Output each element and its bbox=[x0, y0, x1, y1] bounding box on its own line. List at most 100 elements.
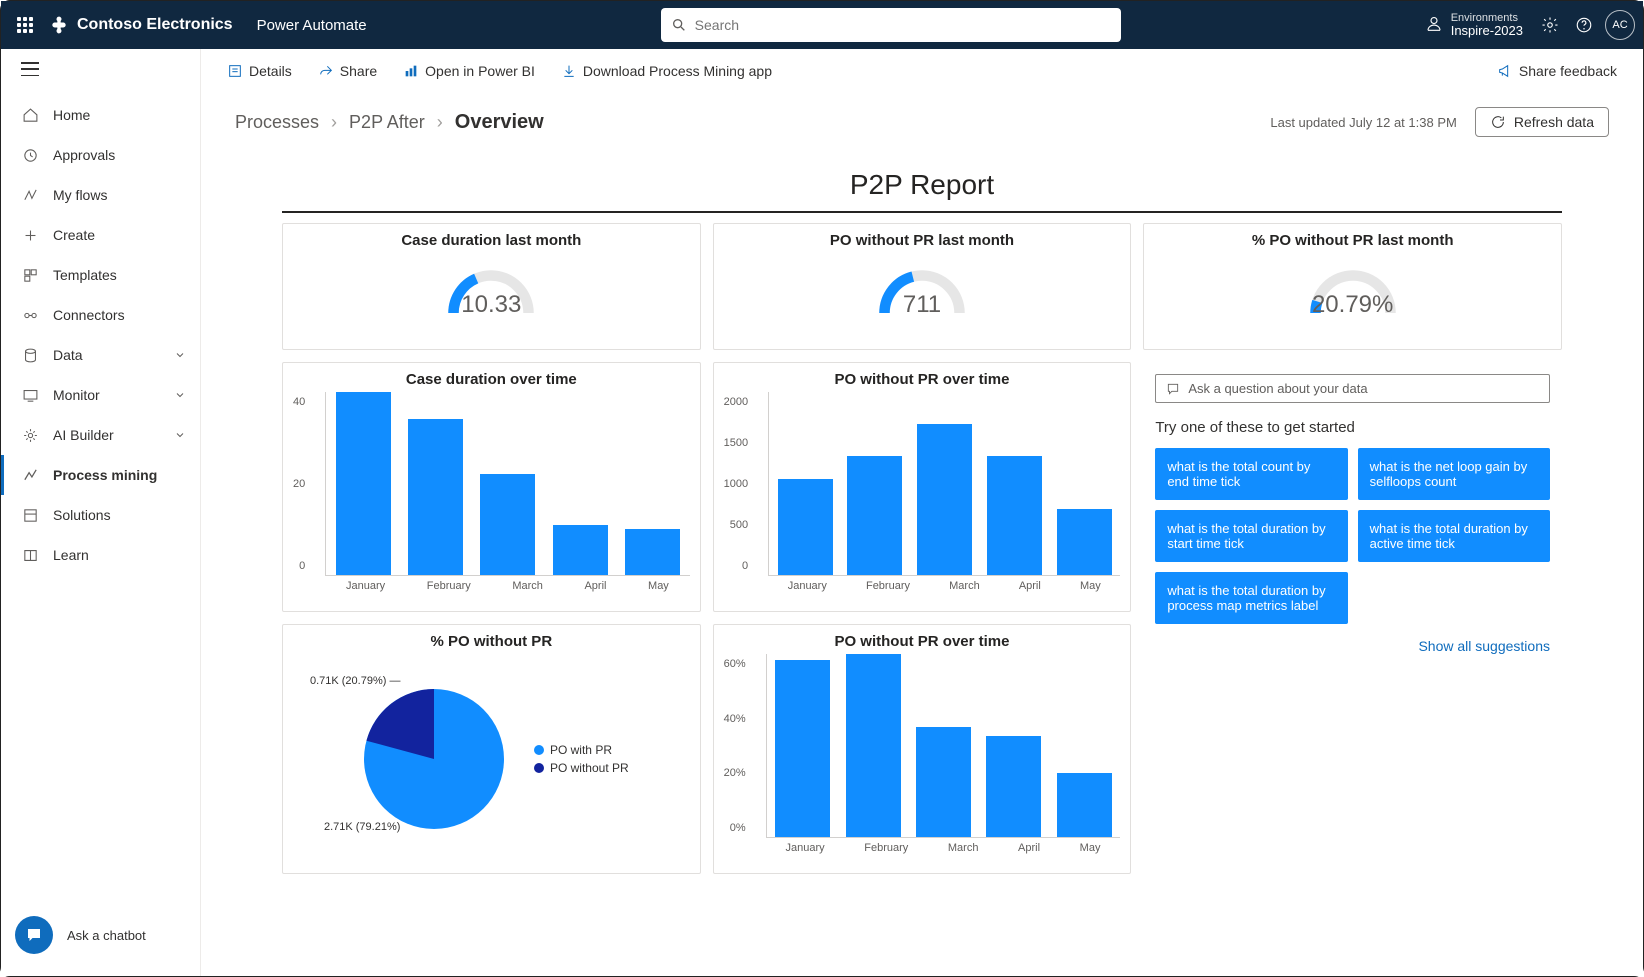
user-avatar[interactable]: AC bbox=[1605, 10, 1635, 40]
approvals-icon bbox=[21, 147, 39, 164]
nav-label: Data bbox=[53, 347, 83, 363]
qna-input[interactable]: Ask a question about your data bbox=[1155, 374, 1550, 403]
breadcrumb-root[interactable]: Processes bbox=[235, 112, 319, 133]
sidebar-item-create[interactable]: Create bbox=[1, 215, 200, 255]
breadcrumb-child[interactable]: P2P After bbox=[349, 112, 425, 133]
last-updated: Last updated July 12 at 1:38 PM bbox=[1270, 115, 1456, 130]
nav-label: AI Builder bbox=[53, 427, 114, 443]
kpi-tile-1[interactable]: PO without PR last month 711 bbox=[713, 223, 1132, 350]
sidebar-item-home[interactable]: Home bbox=[1, 95, 200, 135]
bar bbox=[625, 529, 680, 575]
kpi-tile-2[interactable]: % PO without PR last month 20.79% bbox=[1143, 223, 1562, 350]
sidebar-item-approvals[interactable]: Approvals bbox=[1, 135, 200, 175]
environment-label: Environments bbox=[1451, 12, 1523, 24]
bar bbox=[846, 654, 901, 837]
report-title: P2P Report bbox=[282, 157, 1562, 211]
pie-legend: PO with PR PO without PR bbox=[534, 739, 629, 779]
powerbi-icon bbox=[403, 63, 419, 79]
nav-label: Home bbox=[53, 107, 90, 123]
chart-case-duration-over-time[interactable]: Case duration over time 40200JanuaryFebr… bbox=[282, 362, 701, 612]
nav-label: Approvals bbox=[53, 147, 115, 163]
nav-label: Monitor bbox=[53, 387, 100, 403]
sidebar-item-solutions[interactable]: Solutions bbox=[1, 495, 200, 535]
sidebar-item-my-flows[interactable]: My flows bbox=[1, 175, 200, 215]
kpi-tile-0[interactable]: Case duration last month 10.33 bbox=[282, 223, 701, 350]
command-bar: Details Share Open in Power BI Download … bbox=[201, 49, 1643, 93]
nav-label: Connectors bbox=[53, 307, 125, 323]
sidebar-item-process-mining[interactable]: Process mining bbox=[1, 455, 200, 495]
collapse-nav-button[interactable] bbox=[21, 62, 39, 76]
brand-name: Contoso Electronics bbox=[77, 16, 233, 34]
environment-name: Inspire-2023 bbox=[1451, 24, 1523, 38]
sidebar-item-monitor[interactable]: Monitor bbox=[1, 375, 200, 415]
qna-suggestion[interactable]: what is the total duration by start time… bbox=[1155, 510, 1347, 562]
app-launcher-button[interactable] bbox=[9, 9, 41, 41]
refresh-data-button[interactable]: Refresh data bbox=[1475, 107, 1609, 137]
brand-logo-icon bbox=[49, 15, 69, 35]
chevron-down-icon bbox=[174, 349, 186, 361]
bar bbox=[553, 525, 608, 575]
nav-label: Solutions bbox=[53, 507, 111, 523]
chat-icon bbox=[1166, 382, 1180, 396]
kpi-value: 711 bbox=[903, 291, 941, 319]
download-app-button[interactable]: Download Process Mining app bbox=[551, 57, 782, 85]
search-box[interactable] bbox=[661, 8, 1121, 42]
qna-suggestion[interactable]: what is the net loop gain by selfloops c… bbox=[1358, 448, 1550, 500]
sidebar-item-connectors[interactable]: Connectors bbox=[1, 295, 200, 335]
environment-picker[interactable]: Environments Inspire-2023 bbox=[1425, 12, 1523, 38]
gear-icon bbox=[1541, 16, 1559, 34]
bar bbox=[986, 736, 1041, 837]
nav-label: Create bbox=[53, 227, 95, 243]
download-icon bbox=[561, 63, 577, 79]
sidebar-item-ai-builder[interactable]: AI Builder bbox=[1, 415, 200, 455]
bar bbox=[916, 727, 971, 837]
qna-suggestion[interactable]: what is the total count by end time tick bbox=[1155, 448, 1347, 500]
bar bbox=[775, 660, 830, 837]
show-all-suggestions-link[interactable]: Show all suggestions bbox=[1155, 638, 1550, 654]
top-bar: Contoso Electronics Power Automate Envir… bbox=[1, 1, 1643, 49]
chatbot-icon bbox=[25, 926, 43, 944]
learn-icon bbox=[21, 547, 39, 564]
help-button[interactable] bbox=[1567, 8, 1601, 42]
breadcrumb-current: Overview bbox=[455, 111, 544, 134]
chevron-down-icon bbox=[174, 389, 186, 401]
open-powerbi-button[interactable]: Open in Power BI bbox=[393, 57, 545, 85]
search-input[interactable] bbox=[695, 17, 1111, 33]
bar bbox=[847, 456, 902, 575]
details-button[interactable]: Details bbox=[217, 57, 302, 85]
pie-chart bbox=[354, 679, 514, 839]
chatbot-button[interactable]: Ask a chatbot bbox=[1, 902, 200, 976]
home-icon bbox=[21, 107, 39, 124]
kpi-value: 10.33 bbox=[461, 291, 521, 319]
sidebar-item-data[interactable]: Data bbox=[1, 335, 200, 375]
settings-button[interactable] bbox=[1533, 8, 1567, 42]
chart-po-without-pr-over-time[interactable]: PO without PR over time 2000150010005000… bbox=[713, 362, 1132, 612]
qna-suggestion[interactable]: what is the total duration by process ma… bbox=[1155, 572, 1347, 624]
bar bbox=[987, 456, 1042, 575]
connectors-icon bbox=[21, 307, 39, 324]
help-icon bbox=[1575, 16, 1593, 34]
qna-prompt: Try one of these to get started bbox=[1155, 419, 1550, 436]
kpi-value: 20.79% bbox=[1312, 291, 1393, 319]
data-icon bbox=[21, 347, 39, 364]
chart-percent-po-without-pr[interactable]: % PO without PR 0.71K (20.79%) — 2.71K (… bbox=[282, 624, 701, 874]
solutions-icon bbox=[21, 507, 39, 524]
qna-suggestion[interactable]: what is the total duration by active tim… bbox=[1358, 510, 1550, 562]
chart-percent-po-without-pr-over-time[interactable]: PO without PR over time 60%40%20%0%Janua… bbox=[713, 624, 1132, 874]
sidebar: Home Approvals My flows Create Templates Conn… bbox=[1, 49, 201, 976]
pie-slice-label-a: 0.71K (20.79%) — bbox=[310, 675, 401, 687]
share-button[interactable]: Share bbox=[308, 57, 387, 85]
sidebar-item-learn[interactable]: Learn bbox=[1, 535, 200, 575]
process-icon bbox=[21, 467, 39, 484]
bar bbox=[778, 479, 833, 575]
nav-label: My flows bbox=[53, 187, 107, 203]
bar bbox=[336, 392, 391, 575]
create-icon bbox=[21, 227, 39, 244]
sidebar-item-templates[interactable]: Templates bbox=[1, 255, 200, 295]
chatbot-label: Ask a chatbot bbox=[67, 928, 146, 943]
pie-slice-label-b: 2.71K (79.21%) bbox=[324, 821, 400, 833]
bar bbox=[480, 474, 535, 575]
share-feedback-button[interactable]: Share feedback bbox=[1487, 57, 1627, 85]
nav-list: Home Approvals My flows Create Templates Conn… bbox=[1, 89, 200, 902]
product-name[interactable]: Power Automate bbox=[257, 17, 367, 34]
